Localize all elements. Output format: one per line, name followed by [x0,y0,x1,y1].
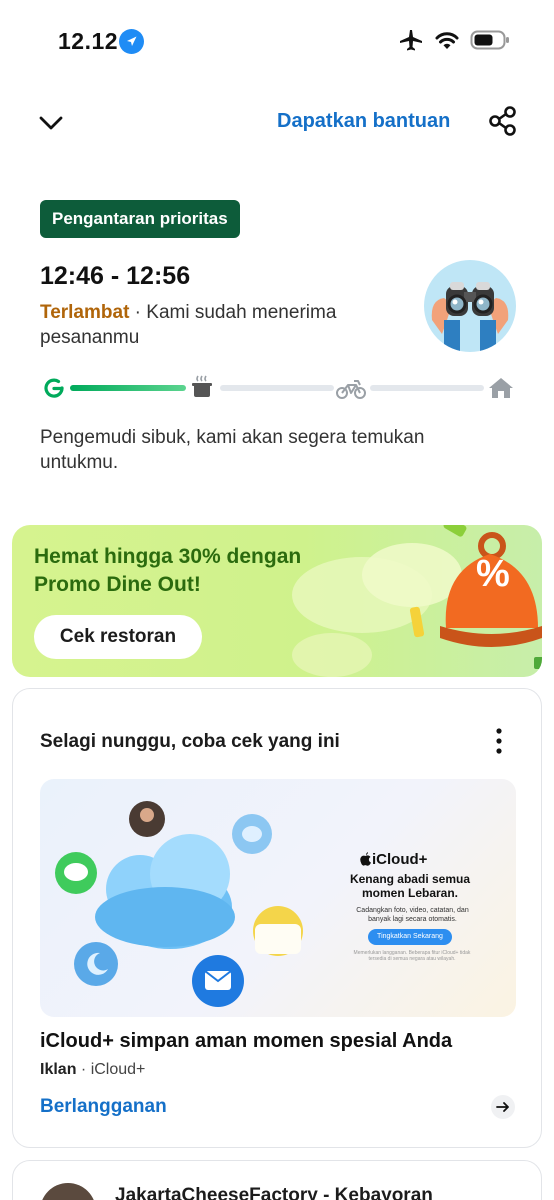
ad-cta-button[interactable]: Tingkatkan Sekarang [368,929,452,945]
airplane-icon [400,30,422,51]
late-label: Terlambat [40,302,130,323]
help-link[interactable]: Dapatkan bantuan [277,110,450,133]
ad-brand: iCloud+ [372,851,428,868]
restaurant-card[interactable]: JakartaCheeseFactory - Kebayoran [12,1160,542,1200]
status-time: 12.12 [58,28,119,54]
restaurant-name: JakartaCheeseFactory - Kebayoran [115,1185,433,1200]
battery-icon [470,30,509,50]
progress-segment-pending [220,385,334,391]
share-icon[interactable] [487,105,519,137]
header: Dapatkan bantuan [0,98,554,148]
order-status: Terlambat · Kami sudah menerima pesananm… [40,300,340,350]
ad-fine-print: Memerlukan langganan. Beberapa fitur iCl… [353,950,471,962]
ad-meta: Iklan · iCloud+ [40,1061,145,1079]
progress-segment-done [70,385,186,391]
section-title: Selagi nunggu, coba cek yang ini [40,731,340,752]
driver-message: Pengemudi sibuk, kami akan segera temuka… [40,427,425,473]
status-bar: 12.12 [0,0,554,80]
status-icons [398,28,510,52]
ad-meta-separator: · [76,1061,91,1078]
ad-label: Iklan [40,1061,77,1078]
delivery-progress [40,372,520,404]
icloud-illustration [55,801,303,1007]
gojek-logo-icon [44,378,64,398]
location-arrow-icon [119,29,144,54]
check-restaurants-button[interactable]: Cek restoran [34,615,202,659]
arrow-right-button[interactable] [491,1095,515,1119]
ad-card: Selagi nunggu, coba cek yang ini iCloud+… [12,688,542,1148]
wifi-icon [435,32,459,49]
promo-banner[interactable]: % Hemat hingga 30% dengan Promo Dine Out… [12,525,542,677]
ad-subtext: Cadangkan foto, video, catatan, dan bany… [356,907,469,923]
more-vertical-icon[interactable] [489,727,509,755]
chevron-down-icon[interactable] [38,110,64,136]
cooking-pot-icon [192,375,212,397]
progress-segment-pending [370,385,484,391]
ad-title[interactable]: iCloud+ simpan aman momen spesial Anda [40,1030,452,1053]
promo-title: Hemat hingga 30% dengan Promo Dine Out! [34,545,302,596]
advertiser-name: iCloud+ [90,1061,146,1078]
home-icon [489,378,513,398]
motorbike-icon [336,380,366,399]
apple-logo-icon [360,852,371,866]
eta-range: 12:46 - 12:56 [40,262,191,290]
arrow-right-icon [496,1102,509,1112]
restaurant-avatar [40,1183,96,1200]
binoculars-illustration [424,260,516,352]
priority-badge: Pengantaran prioritas [40,200,240,238]
ad-headline: Kenang abadi semua momen Lebaran. [349,872,471,900]
ad-image[interactable]: iCloud+ Kenang abadi semua momen Lebaran… [40,779,516,1017]
subscribe-link[interactable]: Berlangganan [40,1096,167,1118]
status-separator: · [129,302,147,323]
discount-percent-symbol: % [476,553,510,595]
